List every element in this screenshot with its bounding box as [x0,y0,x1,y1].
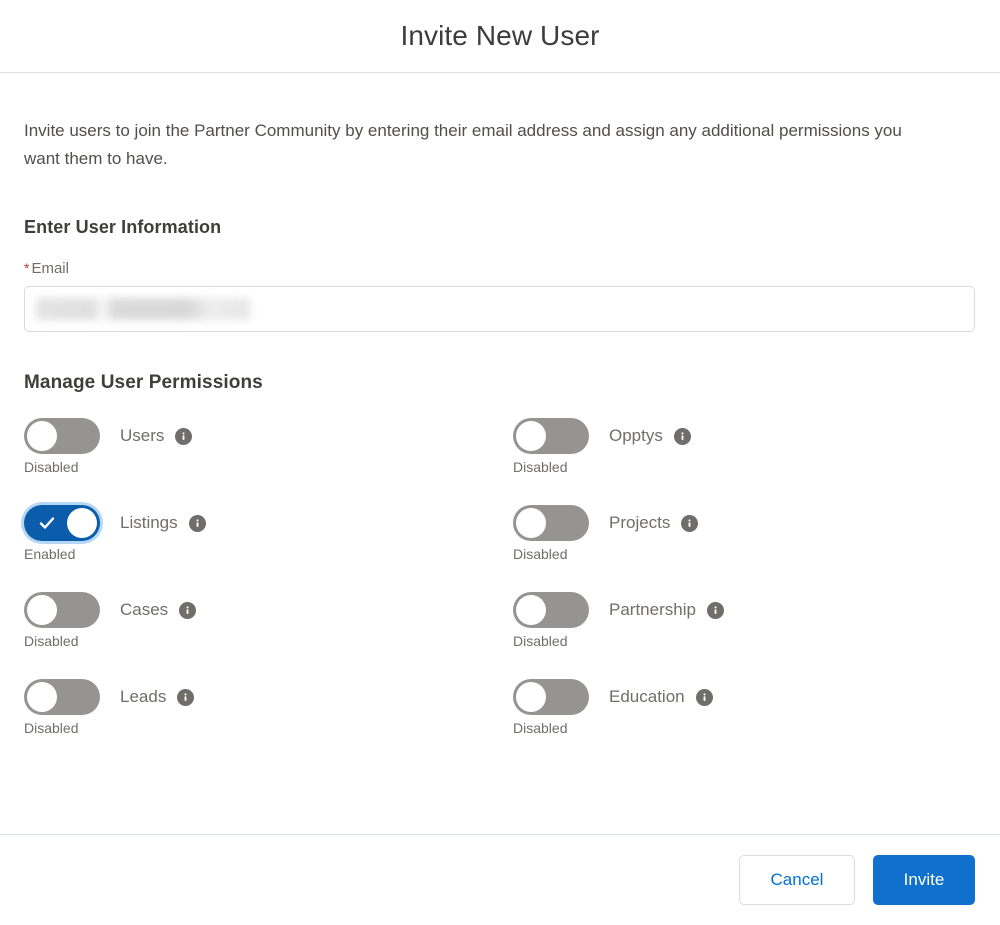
toggle-knob [516,595,546,625]
toggle-state-label: Disabled [513,633,567,649]
toggle-knob [516,421,546,451]
toggle-knob [516,508,546,538]
permission-label-row: Listings [120,505,206,541]
toggle-leads[interactable] [24,679,100,715]
email-input-wrapper [24,286,975,332]
toggle-state-label: Disabled [513,459,567,475]
permissions-grid: Disabled Users Disabled [24,418,976,766]
toggle-column: Disabled [513,505,607,562]
check-icon [39,515,55,531]
permission-label-row: Partnership [609,592,724,628]
permission-label: Users [120,426,164,446]
permission-label: Listings [120,513,178,533]
toggle-projects[interactable] [513,505,589,541]
email-field-block: *Email [24,260,976,332]
email-label-text: Email [31,260,69,277]
info-icon[interactable] [189,515,206,532]
email-input[interactable] [24,286,975,332]
permission-item-education: Disabled Education [513,679,976,766]
permission-item-leads: Disabled Leads [24,679,513,766]
permission-item-projects: Disabled Projects [513,505,976,592]
toggle-state-label: Disabled [24,633,78,649]
toggle-state-label: Enabled [24,546,75,562]
permission-item-cases: Disabled Cases [24,592,513,679]
toggle-column: Disabled [513,418,607,475]
permission-label-row: Education [609,679,713,715]
toggle-opptys[interactable] [513,418,589,454]
toggle-knob [27,595,57,625]
info-icon[interactable] [177,689,194,706]
permission-label: Opptys [609,426,663,446]
toggle-knob [27,421,57,451]
toggle-column: Enabled [24,505,118,562]
toggle-knob [27,682,57,712]
permission-item-opptys: Disabled Opptys [513,418,976,505]
modal-footer: Cancel Invite [0,834,1000,925]
cancel-button[interactable]: Cancel [739,855,855,905]
toggle-state-label: Disabled [513,720,567,736]
email-label: *Email [24,260,976,277]
toggle-knob [516,682,546,712]
permission-item-partnership: Disabled Partnership [513,592,976,679]
toggle-state-label: Disabled [513,546,567,562]
toggle-column: Disabled [24,592,118,649]
permission-label-row: Leads [120,679,194,715]
permission-label: Education [609,687,685,707]
invite-new-user-modal: Invite New User Invite users to join the… [0,0,1000,925]
permission-label-row: Users [120,418,192,454]
toggle-state-label: Disabled [24,459,78,475]
permission-label-row: Projects [609,505,698,541]
modal-body: Invite users to join the Partner Communi… [0,73,1000,834]
page-title: Invite New User [400,20,599,52]
toggle-column: Disabled [513,592,607,649]
info-icon[interactable] [175,428,192,445]
permission-label: Leads [120,687,166,707]
toggle-users[interactable] [24,418,100,454]
toggle-knob [67,508,97,538]
permission-label: Cases [120,600,168,620]
permission-item-listings: Enabled Listings [24,505,513,592]
toggle-listings[interactable] [24,505,100,541]
toggle-column: Disabled [513,679,607,736]
toggle-cases[interactable] [24,592,100,628]
permission-label: Projects [609,513,670,533]
info-icon[interactable] [696,689,713,706]
info-icon[interactable] [707,602,724,619]
permission-item-users: Disabled Users [24,418,513,505]
toggle-education[interactable] [513,679,589,715]
toggle-state-label: Disabled [24,720,78,736]
permission-label: Partnership [609,600,696,620]
info-icon[interactable] [674,428,691,445]
permission-label-row: Opptys [609,418,691,454]
invite-button[interactable]: Invite [873,855,975,905]
toggle-column: Disabled [24,679,118,736]
toggle-partnership[interactable] [513,592,589,628]
modal-header: Invite New User [0,0,1000,73]
intro-text: Invite users to join the Partner Communi… [24,117,904,173]
info-icon[interactable] [681,515,698,532]
user-info-heading: Enter User Information [24,217,976,238]
required-asterisk: * [24,260,29,276]
permission-label-row: Cases [120,592,196,628]
info-icon[interactable] [179,602,196,619]
permissions-heading: Manage User Permissions [24,372,976,394]
toggle-column: Disabled [24,418,118,475]
